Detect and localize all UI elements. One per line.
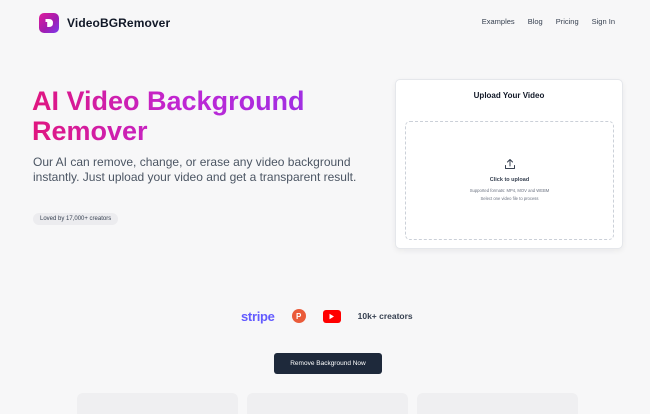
- brand-logo[interactable]: VideoBGRemover: [39, 12, 170, 33]
- nav-sign-in[interactable]: Sign In: [592, 17, 615, 26]
- feature-card: [417, 393, 578, 414]
- producthunt-icon: P: [291, 309, 306, 323]
- social-proof-logos: stripe P 10k+ creators: [241, 306, 413, 326]
- creators-badge: Loved by 17,000+ creators: [33, 213, 119, 225]
- creators-count: 10k+ creators: [357, 311, 413, 321]
- nav-blog[interactable]: Blog: [528, 17, 543, 26]
- site-header: VideoBGRemover Examples Blog Pricing Sig…: [0, 0, 650, 46]
- remove-background-button[interactable]: Remove Background Now: [274, 353, 382, 374]
- youtube-icon: [322, 309, 341, 323]
- nav-pricing[interactable]: Pricing: [556, 17, 579, 26]
- upload-card: Upload Your Video Click to upload Suppor…: [395, 79, 623, 249]
- upload-dropzone[interactable]: Click to upload Supported formats: MP4, …: [405, 121, 614, 240]
- upload-icon: [505, 159, 515, 169]
- hero-title: AI Video Background Remover: [32, 86, 362, 146]
- hero-description: Our AI can remove, change, or erase any …: [33, 155, 357, 184]
- stripe-logo: stripe: [241, 308, 275, 324]
- supported-formats: Supported formats: MP4, MOV and WEBM: [469, 188, 550, 193]
- upload-hint: Select one video file to process: [480, 196, 539, 201]
- feature-card: [247, 393, 408, 414]
- click-to-upload-label: Click to upload: [489, 177, 530, 183]
- logo-mark-icon: [39, 12, 59, 33]
- upload-title: Upload Your Video: [473, 91, 545, 100]
- feature-card: [77, 393, 238, 414]
- brand-name: VideoBGRemover: [67, 15, 171, 30]
- main-nav: Examples Blog Pricing Sign In: [482, 17, 615, 26]
- nav-examples[interactable]: Examples: [482, 17, 515, 26]
